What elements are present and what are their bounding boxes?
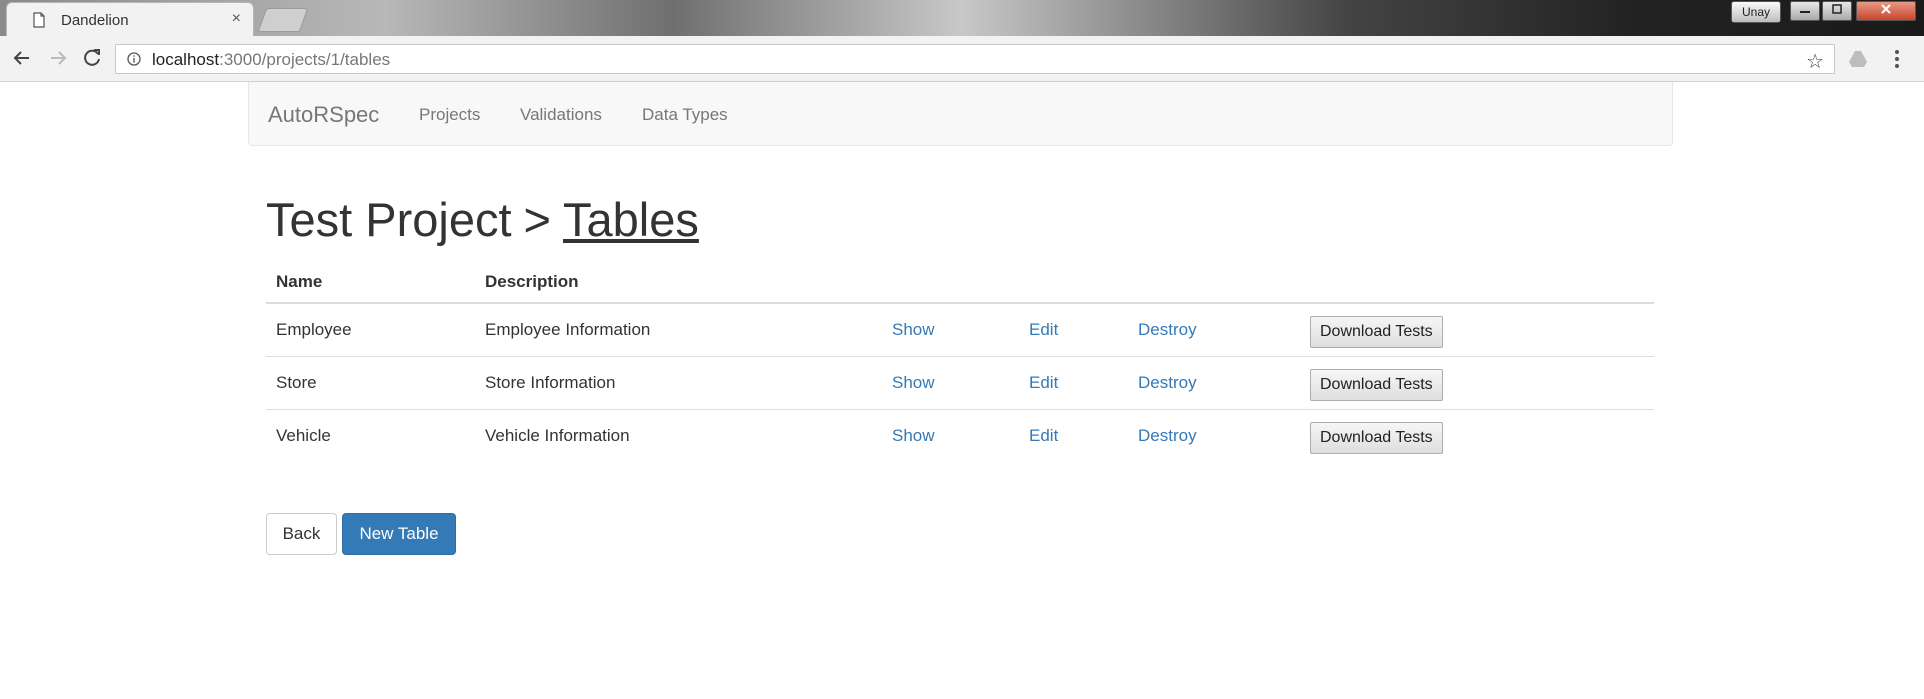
url-text: localhost:3000/projects/1/tables	[152, 50, 390, 70]
document-icon	[33, 12, 45, 28]
address-bar[interactable]: localhost:3000/projects/1/tables ☆	[115, 44, 1835, 74]
download-tests-button[interactable]: Download Tests	[1310, 422, 1443, 454]
close-icon	[1881, 4, 1891, 14]
bookmark-star-icon[interactable]: ☆	[1806, 49, 1824, 74]
app-navbar: AutoRSpec Projects Validations Data Type…	[248, 82, 1673, 146]
restore-icon	[1832, 4, 1842, 14]
browser-tab[interactable]: Dandelion ×	[6, 2, 254, 36]
nav-validations[interactable]: Validations	[520, 105, 602, 125]
show-link[interactable]: Show	[892, 320, 935, 339]
row-name: Employee	[266, 303, 475, 357]
destroy-link[interactable]: Destroy	[1138, 373, 1197, 392]
row-name: Store	[266, 356, 475, 410]
header-empty	[882, 262, 1019, 304]
header-empty	[1128, 262, 1300, 304]
new-tab-button[interactable]	[257, 8, 309, 32]
close-window-button[interactable]	[1856, 1, 1916, 21]
browser-toolbar: localhost:3000/projects/1/tables ☆	[0, 36, 1924, 82]
row-name: Vehicle	[276, 426, 331, 445]
destroy-link[interactable]: Destroy	[1138, 426, 1197, 445]
header-description: Description	[475, 262, 882, 304]
tab-close-icon[interactable]: ×	[232, 10, 241, 28]
breadcrumb-separator: >	[523, 193, 551, 246]
show-link[interactable]: Show	[892, 373, 935, 392]
row-description: Employee Information	[475, 303, 882, 357]
browser-titlebar: Dandelion × Unay	[0, 0, 1924, 36]
header-empty	[1300, 262, 1654, 304]
header-empty	[1019, 262, 1128, 304]
drive-extension-icon[interactable]	[1848, 50, 1868, 68]
table-row: Employee Employee Information Show Edit …	[266, 303, 1654, 357]
show-link[interactable]: Show	[892, 426, 935, 445]
tab-title: Dandelion	[61, 12, 129, 29]
tables-link[interactable]: Tables	[563, 193, 699, 246]
download-tests-button[interactable]: Download Tests	[1310, 316, 1443, 348]
tables-table: Name Description Employee Employee Infor…	[266, 262, 1654, 462]
row-description: Vehicle Information	[485, 426, 630, 445]
destroy-link[interactable]: Destroy	[1138, 320, 1197, 339]
url-host: localhost	[152, 50, 220, 69]
back-button[interactable]: Back	[266, 513, 337, 555]
info-icon[interactable]	[127, 52, 141, 66]
edit-link[interactable]: Edit	[1029, 320, 1058, 339]
nav-projects[interactable]: Projects	[419, 105, 480, 125]
edit-link[interactable]: Edit	[1029, 426, 1058, 445]
profile-button[interactable]: Unay	[1731, 1, 1781, 23]
download-tests-button[interactable]: Download Tests	[1310, 369, 1443, 401]
table-header-row: Name Description	[266, 262, 1654, 304]
menu-dots-icon[interactable]	[1894, 48, 1900, 70]
brand-link[interactable]: AutoRSpec	[268, 102, 379, 128]
nav-data-types[interactable]: Data Types	[642, 105, 728, 125]
row-description: Store Information	[475, 356, 882, 410]
minimize-button[interactable]	[1790, 1, 1820, 21]
page-title: Test Project > Tables	[266, 192, 699, 247]
url-path: :3000/projects/1/tables	[219, 50, 391, 69]
edit-link[interactable]: Edit	[1029, 373, 1058, 392]
header-name: Name	[266, 262, 475, 304]
reload-icon[interactable]	[78, 44, 106, 72]
table-row: Vehicle Vehicle Information Show Edit De…	[266, 410, 1654, 463]
back-arrow-icon[interactable]	[8, 44, 36, 72]
project-name: Test Project	[266, 193, 512, 246]
new-table-button[interactable]: New Table	[342, 513, 456, 555]
maximize-button[interactable]	[1822, 1, 1852, 21]
forward-arrow-icon[interactable]	[44, 44, 72, 72]
table-row: Store Store Information Show Edit Destro…	[266, 356, 1654, 410]
minimize-icon	[1800, 11, 1810, 13]
